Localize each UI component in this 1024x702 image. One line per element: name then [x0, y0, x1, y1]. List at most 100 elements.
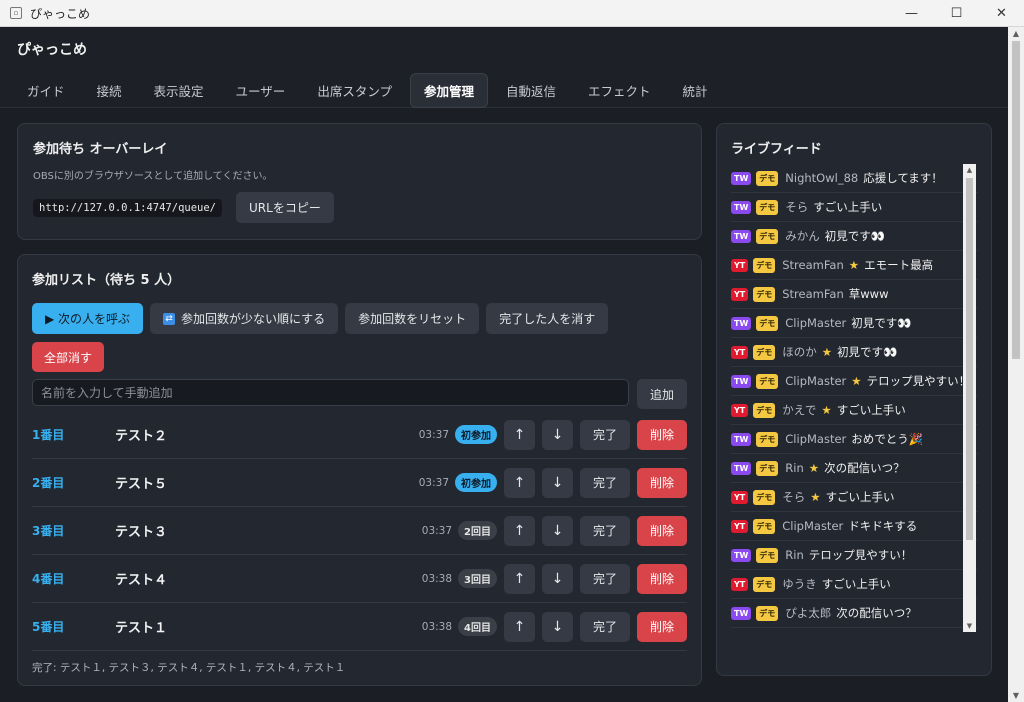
platform-badge: YT [731, 403, 749, 417]
feed-user: かえで [782, 403, 817, 417]
feed-user: ClipMaster [782, 519, 844, 533]
queue-position: 2番目 [32, 476, 65, 490]
participation-badge: 初参加 [455, 473, 497, 492]
app-root: ぴゃっこめ ガイド 接続 表示設定 ユーザー 出席スタンプ 参加管理 自動返信 エフェクト 統計… [0, 27, 1008, 702]
scroll-down-icon[interactable]: ▼ [963, 622, 976, 630]
close-button[interactable]: ✕ [979, 0, 1024, 26]
demo-badge: デモ [756, 460, 779, 476]
queue-position: 4番目 [32, 572, 65, 586]
manual-add-input[interactable] [32, 379, 630, 406]
feed-item: TW デモ ClipMaster おめでとう🎉 [731, 425, 978, 454]
tab-4[interactable]: 出席スタンプ [303, 73, 406, 108]
tab-1[interactable]: 接続 [83, 73, 136, 108]
feed-scrollbar[interactable]: ▲ ▼ [963, 164, 976, 632]
platform-badge: TW [731, 461, 752, 475]
feed-item: YT デモ StreamFan ★ エモート最高 [731, 251, 978, 280]
scroll-up-icon[interactable]: ▲ [963, 166, 976, 174]
feed-message: テロップ見やすい！ [808, 548, 913, 562]
complete-button[interactable]: 完了 [580, 611, 630, 642]
move-down-button[interactable]: ↓ [542, 515, 573, 546]
call-next-button[interactable]: ▶ 次の人を呼ぶ [32, 303, 144, 334]
delete-button[interactable]: 削除 [637, 419, 687, 450]
sort-by-count-button[interactable]: ⇄ 参加回数が少ない順にする [150, 303, 339, 334]
platform-badge: YT [731, 258, 749, 272]
move-down-button[interactable]: ↓ [542, 419, 573, 450]
complete-button[interactable]: 完了 [580, 467, 630, 498]
clear-done-button[interactable]: 完了した人を消す [486, 303, 609, 334]
feed-message: すごい上手い [813, 200, 883, 214]
complete-button[interactable]: 完了 [580, 515, 630, 546]
platform-badge: TW [731, 606, 752, 620]
delete-button[interactable]: 削除 [637, 611, 687, 642]
feed-user: Rin [785, 461, 804, 475]
add-button[interactable]: 追加 [637, 379, 687, 409]
queue-position: 1番目 [32, 428, 65, 442]
feed-list: TW デモ NightOwl_88 応援してます！ TW デモ そら すごい上手い TW デモ みか… [731, 164, 978, 632]
maximize-button[interactable]: ☐ [934, 0, 979, 26]
platform-badge: TW [731, 374, 752, 388]
tab-0[interactable]: ガイド [13, 73, 79, 108]
queue-time: 03:37 [421, 524, 453, 537]
platform-badge: YT [731, 519, 749, 533]
feed-item: YT デモ StreamFan 草www [731, 280, 978, 309]
tab-5[interactable]: 参加管理 [409, 73, 488, 108]
move-up-button[interactable]: ↑ [504, 563, 535, 594]
feed-scroll-thumb[interactable] [966, 178, 973, 540]
feed-user: そら [782, 490, 806, 504]
window-scroll-down-icon[interactable]: ▼ [1008, 691, 1024, 700]
queue-list: 1番目 テスト２ 03:37 初参加 ↑ ↓ 完了 削除 2番目 テスト５ 03:37 初参加 ↑ ↓ 完了… [32, 411, 687, 651]
star-icon: ★ [808, 461, 820, 475]
move-up-button[interactable]: ↑ [504, 467, 535, 498]
feed-user: ゆうき [782, 577, 817, 591]
delete-button[interactable]: 削除 [637, 515, 687, 546]
feed-user: Rin [785, 548, 804, 562]
queue-time: 03:37 [418, 476, 449, 489]
feed-item: TW デモ みかん 初見です👀 [731, 222, 978, 251]
tab-8[interactable]: 統計 [669, 73, 722, 108]
tab-2[interactable]: 表示設定 [140, 73, 218, 108]
window-scroll-thumb[interactable] [1012, 41, 1020, 359]
queue-time: 03:38 [421, 620, 453, 633]
copy-url-button[interactable]: URLをコピー [236, 192, 334, 223]
queue-name: テスト４ [115, 573, 168, 588]
platform-badge: YT [731, 490, 749, 504]
tab-7[interactable]: エフェクト [574, 73, 665, 108]
queue-name: テスト１ [115, 621, 168, 636]
participation-badge: 2回目 [458, 521, 497, 540]
move-up-button[interactable]: ↑ [504, 419, 535, 450]
feed-message: 応援してます！ [863, 171, 943, 185]
participation-badge: 4回目 [458, 617, 497, 636]
move-down-button[interactable]: ↓ [542, 563, 573, 594]
tab-bar: ガイド 接続 表示設定 ユーザー 出席スタンプ 参加管理 自動返信 エフェクト 統計 [13, 73, 991, 108]
move-down-button[interactable]: ↓ [542, 467, 573, 498]
queue-row: 4番目 テスト４ 03:38 3回目 ↑ ↓ 完了 削除 [32, 555, 687, 603]
move-down-button[interactable]: ↓ [542, 611, 573, 642]
feed-title: ライブフィード [731, 142, 822, 157]
feed-message: 草www [848, 287, 889, 301]
demo-badge: デモ [756, 228, 779, 244]
star-icon: ★ [821, 403, 832, 417]
overlay-hint: OBSに別のブラウザソースとして追加してください。 [33, 171, 273, 182]
participation-badge: 初参加 [455, 425, 497, 444]
app-header: ぴゃっこめ ガイド 接続 表示設定 ユーザー 出席スタンプ 参加管理 自動返信 エフェクト 統計 [0, 27, 1008, 108]
feed-user: StreamFan [782, 287, 844, 301]
feed-item: TW デモ ClipMaster 初見です👀 [731, 309, 978, 338]
window-scroll-up-icon[interactable]: ▲ [1008, 29, 1024, 38]
tab-6[interactable]: 自動返信 [492, 73, 570, 108]
delete-button[interactable]: 削除 [637, 467, 687, 498]
move-up-button[interactable]: ↑ [504, 611, 535, 642]
reset-count-button[interactable]: 参加回数をリセット [345, 303, 480, 334]
tab-3[interactable]: ユーザー [222, 73, 300, 108]
feed-user: ほのか [782, 345, 817, 359]
queue-time: 03:37 [418, 428, 449, 441]
delete-button[interactable]: 削除 [637, 563, 687, 594]
complete-button[interactable]: 完了 [580, 419, 630, 450]
window-scrollbar[interactable]: ▲ ▼ [1008, 27, 1024, 702]
feed-message: 次の配信いつ？ [824, 461, 905, 475]
clear-all-button[interactable]: 全部消す [32, 342, 105, 372]
feed-message: エモート最高 [864, 258, 934, 272]
live-feed-card: ライブフィード TW デモ NightOwl_88 応援してます！ TW デモ そら すごい上… [716, 123, 992, 676]
move-up-button[interactable]: ↑ [504, 515, 535, 546]
minimize-button[interactable]: — [889, 0, 934, 26]
complete-button[interactable]: 完了 [580, 563, 630, 594]
